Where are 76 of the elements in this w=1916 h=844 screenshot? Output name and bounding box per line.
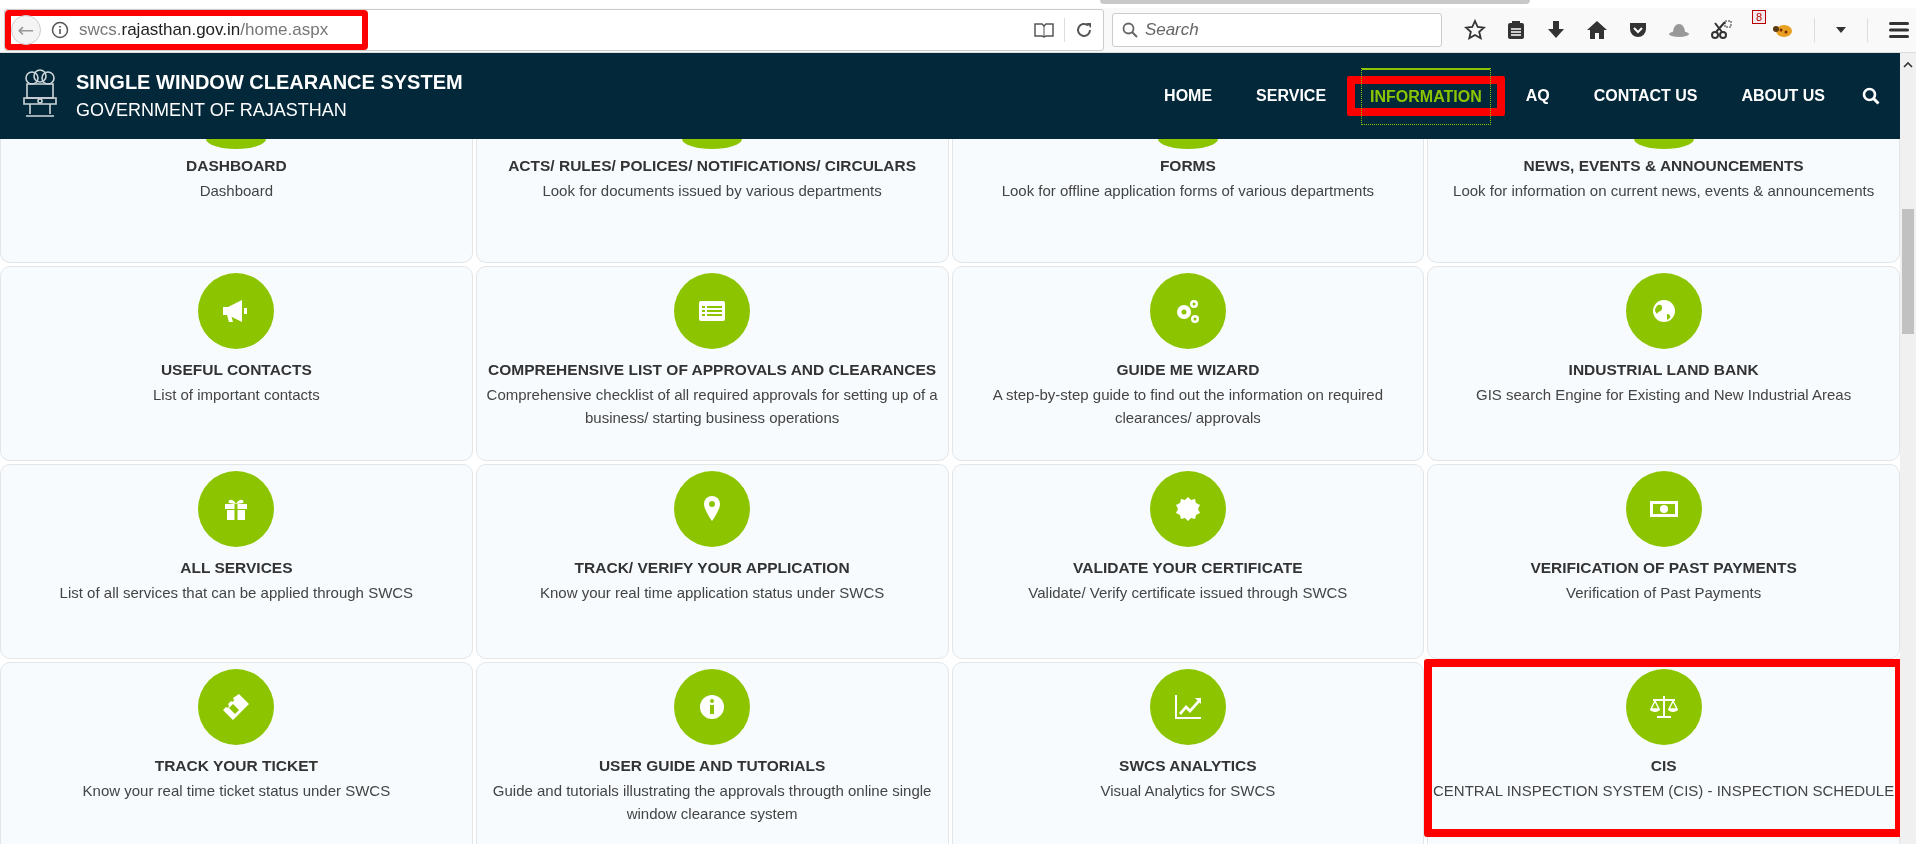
clipboard-icon[interactable] [1505, 19, 1526, 41]
nav-link[interactable]: CONTACT US [1584, 68, 1707, 124]
card-title: USER GUIDE AND TUTORIALS [598, 757, 826, 775]
nav-link[interactable]: ABOUT US [1732, 68, 1834, 124]
notification-badge: 8 [1751, 10, 1766, 24]
service-card[interactable]: TRACK YOUR TICKET Know your real time ticket status under SWCS [0, 662, 473, 844]
search-field[interactable]: Search [1111, 13, 1442, 47]
address-bar[interactable]: ← swcs.rajasthan.gov.in/home.aspx [4, 9, 1104, 51]
service-card[interactable]: VALIDATE YOUR CERTIFICATE Validate/ Verify certificate issued through SWCS [951, 464, 1425, 659]
card-title: ACTS/ RULES/ POLICES/ NOTIFICATIONS/ CIRCULARS [508, 157, 917, 175]
search-icon[interactable] [1862, 87, 1880, 105]
card-description: Know your real time application status under SWCS [539, 583, 885, 603]
card-title: SWCS ANALYTICS [1119, 757, 1257, 775]
service-card[interactable]: FORMS Look for offline application forms of various departments [951, 139, 1425, 263]
card-description: Dashboard [199, 181, 274, 201]
scissors-icon[interactable] [1709, 19, 1732, 41]
service-card[interactable]: NEWS, EVENTS & ANNOUNCEMENTS Look for information on current news, events & announcements [1427, 139, 1900, 263]
card-description: Guide and tutorials illustrating the approvals througth online single window clearance system [491, 781, 933, 824]
service-card[interactable]: USER GUIDE AND TUTORIALS Guide and tutorials illustrating the approvals througth online single window clearance system [475, 662, 949, 844]
card-title: COMPREHENSIVE LIST OF APPROVALS AND CLEARANCES [488, 361, 937, 379]
card-description: Look for documents issued by various departments [542, 181, 882, 201]
home-icon[interactable] [1585, 20, 1608, 40]
service-card[interactable]: INDUSTRIAL LAND BANK GIS search Engine for Existing and New Industrial Areas [1427, 266, 1900, 461]
card-description: Look for offline application forms of various departments [1001, 181, 1375, 201]
card-title: INDUSTRIAL LAND BANK [1568, 361, 1759, 379]
card-title: CIS [1650, 757, 1677, 775]
card-description: Comprehensive checklist of all required approvals for setting up of a business/ starting business operations [485, 385, 939, 428]
scrollbar-thumb[interactable] [1902, 209, 1914, 334]
card-title: VALIDATE YOUR CERTIFICATE [1073, 559, 1303, 577]
pocket-icon[interactable] [1627, 20, 1648, 40]
info-icon [51, 21, 69, 39]
reload-icon[interactable] [1074, 21, 1093, 39]
card-description: Look for information on current news, events & announcements [1453, 181, 1875, 201]
service-card[interactable]: TRACK/ VERIFY YOUR APPLICATION Know your real time application status under SWCS [475, 464, 949, 659]
card-title: TRACK/ VERIFY YOUR APPLICATION [574, 559, 850, 577]
service-card[interactable]: VERIFICATION OF PAST PAYMENTS Verification of Past Payments [1427, 464, 1900, 659]
service-card[interactable]: DASHBOARD Dashboard [0, 139, 473, 263]
url-text: swcs.rajasthan.gov.in/home.aspx [79, 20, 329, 40]
card-description: Know your real time ticket status under SWCS [82, 781, 391, 801]
card-title: USEFUL CONTACTS [160, 361, 312, 379]
card-description: Verification of Past Payments [1566, 583, 1762, 603]
card-title: FORMS [1159, 157, 1216, 175]
service-card[interactable]: SWCS ANALYTICS Visual Analytics for SWCS [951, 662, 1425, 844]
card-description: List of important contacts [153, 385, 320, 405]
card-description: A step-by-step guide to find out the information on required clearances/ approvals [991, 385, 1384, 428]
card-title: ALL SERVICES [180, 559, 293, 577]
site-subtitle: GOVERNMENT OF RAJASTHAN [76, 100, 348, 121]
star-icon[interactable] [1463, 19, 1486, 41]
dropdown-icon[interactable] [1835, 26, 1847, 34]
nav-link[interactable]: INFORMATION [1361, 67, 1491, 125]
service-card[interactable]: COMPREHENSIVE LIST OF APPROVALS AND CLEARANCES Comprehensive checklist of all required approvals for setting up of a business/ starting business operations [475, 266, 949, 461]
service-card[interactable]: ALL SERVICES List of all services that can be applied through SWCS [0, 464, 473, 659]
card-title: NEWS, EVENTS & ANNOUNCEMENTS [1523, 157, 1804, 175]
scrollbar[interactable] [1900, 53, 1916, 844]
service-card[interactable]: GUIDE ME WIZARD A step-by-step guide to find out the information on required clearances/ approvals [951, 266, 1425, 461]
hat-icon[interactable] [1667, 22, 1690, 38]
card-title: TRACK YOUR TICKET [154, 757, 319, 775]
card-description: Validate/ Verify certificate issued through SWCS [1028, 583, 1348, 603]
service-card[interactable]: USEFUL CONTACTS List of important contacts [0, 266, 473, 461]
card-title: DASHBOARD [186, 157, 287, 175]
site-title: SINGLE WINDOW CLEARANCE SYSTEM [76, 71, 463, 94]
nav-link[interactable]: AQ [1516, 68, 1559, 124]
service-card[interactable]: CIS CENTRAL INSPECTION SYSTEM (CIS) - INSPECTION SCHEDULE [1427, 662, 1900, 844]
card-description: CENTRAL INSPECTION SYSTEM (CIS) - INSPECTION SCHEDULE [1433, 781, 1895, 801]
search-icon [1121, 22, 1138, 38]
service-card[interactable]: ACTS/ RULES/ POLICES/ NOTIFICATIONS/ CIRCULARS Look for documents issued by various departments [475, 139, 949, 263]
card-description: List of all services that can be applied through SWCS [59, 583, 414, 603]
card-title: GUIDE ME WIZARD [1116, 361, 1260, 379]
nav-link[interactable]: HOME [1155, 68, 1222, 124]
reader-view-icon[interactable] [1033, 22, 1054, 38]
card-description: Visual Analytics for SWCS [1100, 781, 1276, 801]
scroll-up-icon[interactable] [1903, 61, 1913, 69]
card-description: GIS search Engine for Existing and New Industrial Areas [1476, 385, 1852, 405]
menu-icon[interactable] [1888, 21, 1910, 39]
card-title: VERIFICATION OF PAST PAYMENTS [1530, 559, 1797, 577]
nav-link[interactable]: SERVICE [1247, 68, 1336, 124]
